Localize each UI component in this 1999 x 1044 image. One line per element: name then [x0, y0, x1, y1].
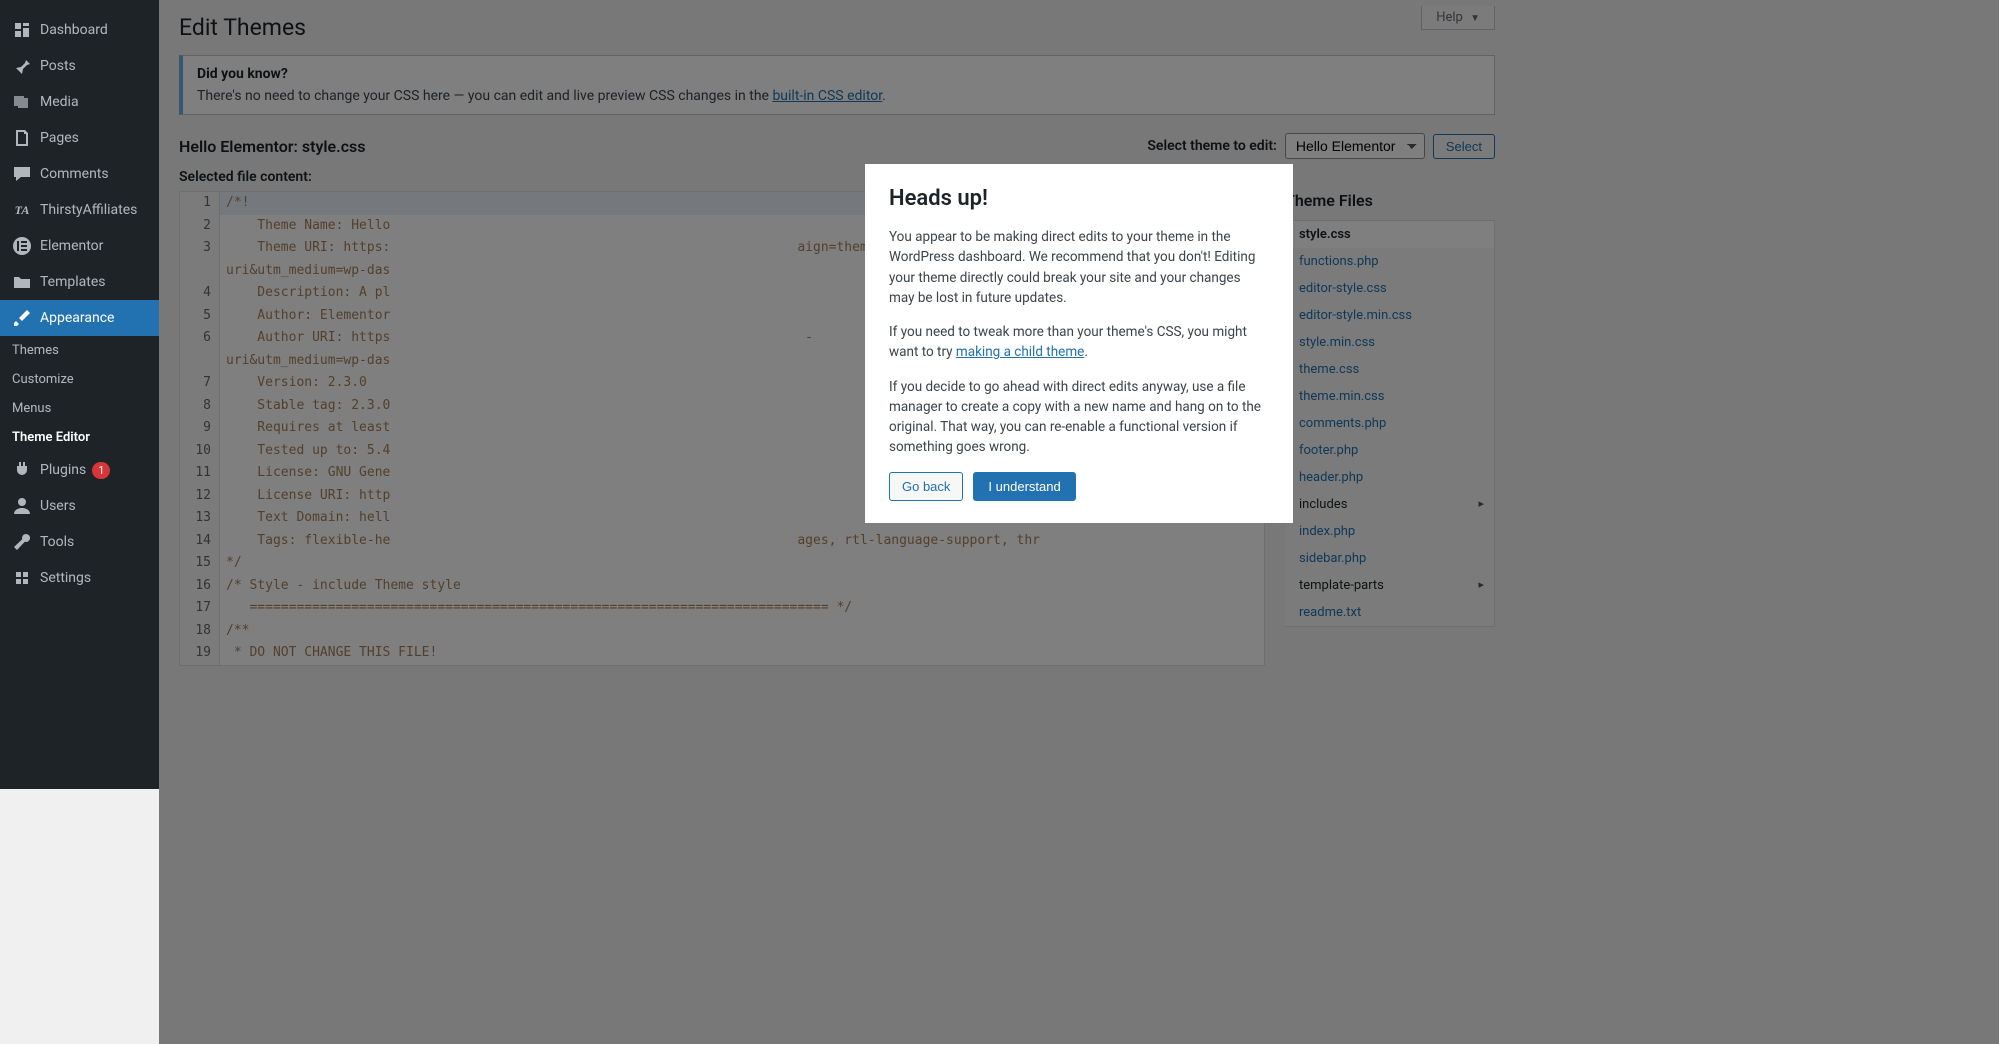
sidebar-item-label: Posts [40, 58, 76, 74]
comment-icon [12, 164, 32, 184]
sidebar-item-plugins[interactable]: Plugins 1 [0, 452, 159, 488]
modal-paragraph-3: If you decide to go ahead with direct ed… [889, 377, 1269, 458]
modal-paragraph-1: You appear to be making direct edits to … [889, 227, 1269, 308]
sidebar-item-elementor[interactable]: Elementor [0, 228, 159, 264]
sidebar-item-label: Pages [40, 130, 79, 146]
ta-icon: TA [12, 200, 32, 220]
submenu-item-customize[interactable]: Customize [0, 365, 159, 394]
sidebar-item-label: Media [40, 94, 79, 110]
sidebar-item-label: ThirstyAffiliates [40, 202, 137, 218]
modal-paragraph-2: If you need to tweak more than your them… [889, 322, 1269, 363]
brush-icon [12, 308, 32, 328]
sidebar-item-appearance[interactable]: Appearance [0, 300, 159, 336]
sidebar-item-comments[interactable]: Comments [0, 156, 159, 192]
sidebar-item-label: Users [40, 498, 76, 514]
sidebar-item-label: Dashboard [40, 22, 108, 38]
modal-overlay: Heads up! You appear to be making direct… [159, 0, 1999, 1044]
sidebar-item-label: Comments [40, 166, 109, 182]
submenu-item-menus[interactable]: Menus [0, 394, 159, 423]
user-icon [12, 496, 32, 516]
sidebar-item-label: Tools [40, 534, 74, 550]
admin-sidebar: Dashboard Posts Media Pages Comments TA … [0, 0, 159, 789]
plugins-badge: 1 [92, 462, 110, 479]
sidebar-item-users[interactable]: Users [0, 488, 159, 524]
modal-title: Heads up! [889, 186, 1269, 211]
folder-icon [12, 272, 32, 292]
wrench-icon [12, 532, 32, 552]
media-icon [12, 92, 32, 112]
i-understand-button[interactable]: I understand [973, 472, 1075, 501]
sidebar-item-label: Plugins [40, 462, 86, 478]
sidebar-item-settings[interactable]: Settings [0, 560, 159, 596]
sidebar-item-pages[interactable]: Pages [0, 120, 159, 156]
sidebar-item-posts[interactable]: Posts [0, 48, 159, 84]
sidebar-item-label: Templates [40, 274, 106, 290]
elementor-icon [12, 236, 32, 256]
go-back-button[interactable]: Go back [889, 472, 963, 501]
sidebar-item-label: Appearance [40, 310, 114, 326]
pin-icon [12, 56, 32, 76]
sidebar-item-media[interactable]: Media [0, 84, 159, 120]
sidebar-item-dashboard[interactable]: Dashboard [0, 12, 159, 48]
sidebar-item-thirstyaffiliates[interactable]: TA ThirstyAffiliates [0, 192, 159, 228]
sidebar-item-label: Elementor [40, 238, 103, 254]
settings-icon [12, 568, 32, 588]
warning-modal: Heads up! You appear to be making direct… [865, 164, 1293, 523]
sidebar-item-tools[interactable]: Tools [0, 524, 159, 560]
sidebar-item-label: Settings [40, 570, 91, 586]
plug-icon [12, 460, 32, 480]
page-icon [12, 128, 32, 148]
submenu-item-theme-editor[interactable]: Theme Editor [0, 423, 159, 452]
submenu-item-themes[interactable]: Themes [0, 336, 159, 365]
child-theme-link[interactable]: making a child theme [956, 344, 1084, 360]
sidebar-item-templates[interactable]: Templates [0, 264, 159, 300]
dashboard-icon [12, 20, 32, 40]
